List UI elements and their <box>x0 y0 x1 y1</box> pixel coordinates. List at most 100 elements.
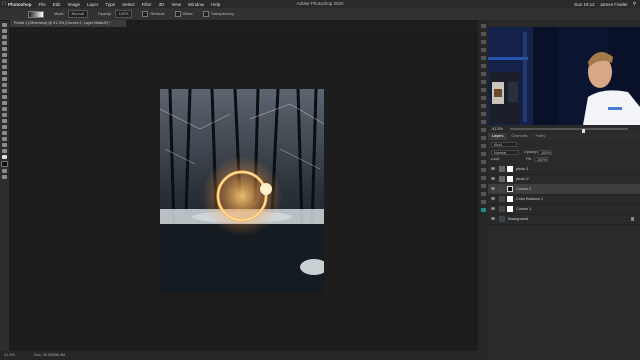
frame-tool-icon[interactable] <box>2 53 7 57</box>
brush-panel-icon[interactable] <box>480 40 486 44</box>
menu-edit[interactable]: Edit <box>53 2 61 7</box>
dither-checkbox[interactable]: Dither <box>174 11 193 17</box>
layer-mask-thumbnail[interactable] <box>507 176 513 182</box>
blur-tool-icon[interactable] <box>2 101 7 105</box>
document-tab[interactable]: Portal 1 (Otherland) @ 41.3% (Curves 2, … <box>10 20 126 27</box>
user-name[interactable]: James Fowler <box>600 2 628 7</box>
swatches-panel-icon[interactable] <box>480 64 486 68</box>
gradient-tool-icon[interactable] <box>2 95 7 99</box>
eye-icon[interactable] <box>491 207 495 210</box>
path-select-tool-icon[interactable] <box>2 125 7 129</box>
tab-layers[interactable]: Layers <box>488 133 508 140</box>
healing-tool-icon[interactable] <box>2 65 7 69</box>
properties-panel-icon[interactable] <box>480 32 486 36</box>
history-panel-icon[interactable] <box>480 24 486 28</box>
kind-filter-select[interactable]: Kind <box>491 142 517 147</box>
fill-field[interactable]: 100% <box>534 157 548 162</box>
crop-tool-icon[interactable] <box>2 47 7 51</box>
actions-panel-icon[interactable] <box>480 112 486 116</box>
navigator-panel-icon[interactable] <box>480 120 486 124</box>
quick-select-tool-icon[interactable] <box>2 41 7 45</box>
paragraph-panel-icon[interactable] <box>480 80 486 84</box>
layer-name[interactable]: photo 2 <box>516 174 529 184</box>
eyedropper-tool-icon[interactable] <box>2 59 7 63</box>
eye-icon[interactable] <box>491 197 495 200</box>
channels-panel-icon[interactable] <box>480 160 486 164</box>
eraser-tool-icon[interactable] <box>2 89 7 93</box>
reverse-checkbox[interactable]: Reverse <box>142 11 165 17</box>
shape-tool-icon[interactable] <box>2 131 7 135</box>
layer-mask-thumbnail[interactable] <box>507 186 513 192</box>
info-panel-icon[interactable] <box>480 96 486 100</box>
layer-name[interactable]: photo 1 <box>516 164 529 174</box>
foreground-color-swatch[interactable] <box>2 155 7 159</box>
layer-name[interactable]: Curves 1 <box>516 204 531 214</box>
status-zoom[interactable]: 41.3% <box>4 353 15 357</box>
type-tool-icon[interactable] <box>2 119 7 123</box>
search-icon[interactable]: ⚲ <box>633 1 636 7</box>
blend-mode-select[interactable]: Normal <box>491 150 519 155</box>
menu-filter[interactable]: Filter <box>142 2 152 7</box>
history-brush-icon[interactable] <box>2 83 7 87</box>
eye-icon[interactable] <box>491 167 495 170</box>
color-panel-icon[interactable] <box>480 136 486 140</box>
styles-panel-icon[interactable] <box>480 56 486 60</box>
menu-layer[interactable]: Layer <box>87 2 98 7</box>
tab-channels[interactable]: Channels <box>507 133 531 140</box>
more-tools-icon[interactable] <box>2 149 7 153</box>
notes-panel-icon[interactable] <box>480 176 486 180</box>
eye-icon[interactable] <box>491 187 495 190</box>
screen-mode-icon[interactable] <box>2 175 7 179</box>
menu-view[interactable]: View <box>171 2 181 7</box>
layer-name[interactable]: Curves 2 <box>516 184 531 194</box>
opacity-field[interactable]: 100% <box>114 10 133 18</box>
patterns-panel-icon[interactable] <box>480 152 486 156</box>
move-tool-icon[interactable] <box>2 23 7 27</box>
menu-select[interactable]: Select <box>122 2 135 7</box>
eye-icon[interactable] <box>491 217 495 220</box>
stamp-tool-icon[interactable] <box>2 77 7 81</box>
marquee-tool-icon[interactable] <box>2 29 7 33</box>
layer-mask-thumbnail[interactable] <box>507 206 513 212</box>
pen-tool-icon[interactable] <box>2 113 7 117</box>
menu-file[interactable]: File <box>39 2 46 7</box>
comments-panel-icon[interactable] <box>480 184 486 188</box>
layer-row[interactable]: Background <box>488 214 640 225</box>
eye-icon[interactable] <box>491 177 495 180</box>
transparency-checkbox[interactable]: Transparency <box>202 11 234 17</box>
brush-tool-icon[interactable] <box>2 71 7 75</box>
menu-help[interactable]: Help <box>211 2 220 7</box>
document-image[interactable] <box>160 89 324 294</box>
zoom-tool-icon[interactable] <box>2 143 7 147</box>
layer-mask-thumbnail[interactable] <box>507 166 513 172</box>
gradients-panel-icon[interactable] <box>480 144 486 148</box>
lasso-tool-icon[interactable] <box>2 35 7 39</box>
menu-type[interactable]: Type <box>105 2 115 7</box>
dodge-tool-icon[interactable] <box>2 107 7 111</box>
layer-name[interactable]: Background <box>508 214 528 224</box>
apple-icon[interactable]:  <box>0 1 8 7</box>
libraries-panel-icon[interactable] <box>480 88 486 92</box>
background-color-swatch[interactable] <box>1 161 8 167</box>
mode-select[interactable]: Normal <box>67 10 88 18</box>
timeline-panel-icon[interactable] <box>480 128 486 132</box>
quick-mask-icon[interactable] <box>2 169 7 173</box>
navigator-zoom-value[interactable]: 41.3% <box>492 127 503 131</box>
menu-image[interactable]: Image <box>68 2 81 7</box>
character-panel-icon[interactable] <box>480 72 486 76</box>
tab-paths[interactable]: Paths <box>531 133 549 140</box>
layer-name[interactable]: Color Balance 1 <box>516 194 543 204</box>
layer-opacity-field[interactable]: 100% <box>538 150 552 155</box>
measurement-panel-icon[interactable] <box>480 192 486 196</box>
gradient-picker[interactable] <box>28 10 44 18</box>
hand-tool-icon[interactable] <box>2 137 7 141</box>
menu-window[interactable]: Window <box>188 2 204 7</box>
paths-panel-icon[interactable] <box>480 168 486 172</box>
status-doc-size[interactable]: Doc: 20.0M/88.4M <box>34 353 65 357</box>
glyphs-panel-icon[interactable] <box>480 104 486 108</box>
zoom-slider[interactable] <box>510 128 628 134</box>
layers-panel-icon[interactable] <box>480 208 486 212</box>
menu-3d[interactable]: 3D <box>159 2 165 7</box>
menu-photoshop[interactable]: Photoshop <box>8 2 32 7</box>
adjustments-panel-icon[interactable] <box>480 48 486 52</box>
